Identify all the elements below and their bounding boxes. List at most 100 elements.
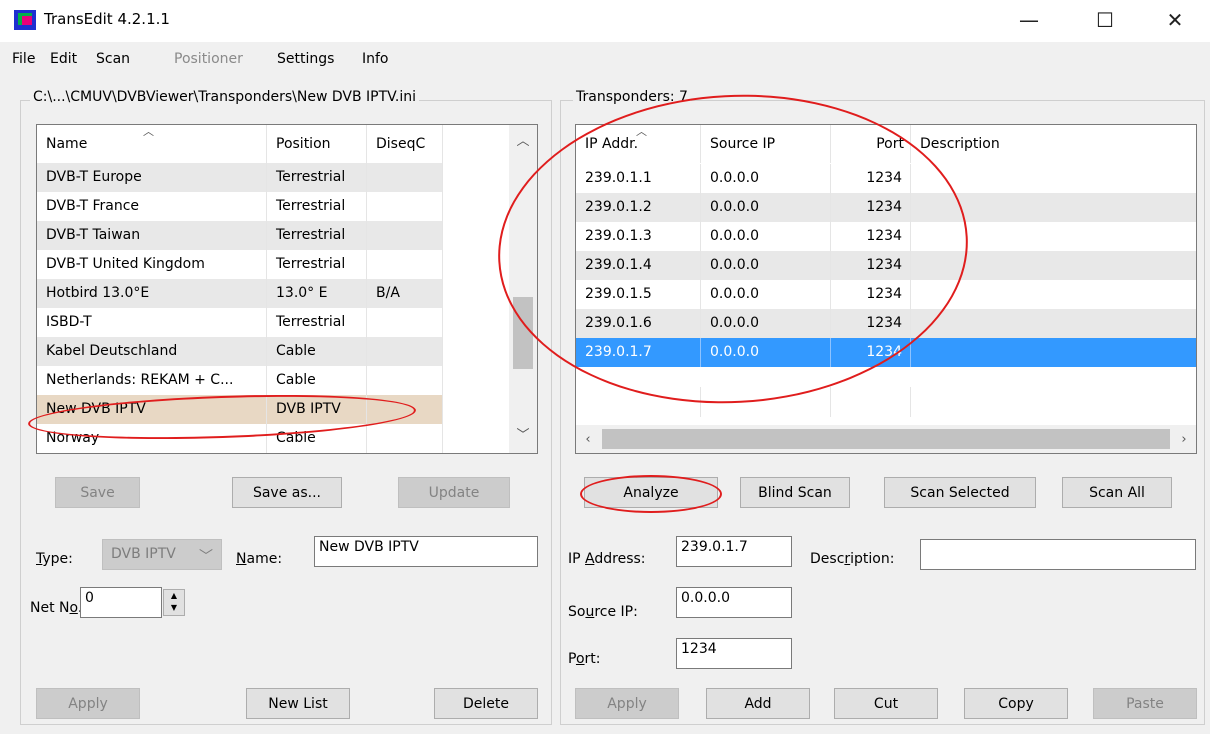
- menu-edit[interactable]: Edit: [50, 51, 77, 67]
- table-row[interactable]: 239.0.1.2 0.0.0.0 1234: [576, 193, 1196, 222]
- list-item[interactable]: DVB-T Europe Terrestrial: [37, 163, 443, 192]
- cell-diseqc: [367, 221, 443, 250]
- scroll-up-icon[interactable]: ︿: [509, 129, 537, 149]
- spin-buttons-icon[interactable]: ▲ ▼: [163, 589, 185, 616]
- column-diseqc[interactable]: DiseqC: [367, 125, 443, 163]
- menu-settings[interactable]: Settings: [277, 51, 334, 67]
- list-item[interactable]: Kabel Deutschland Cable: [37, 337, 443, 366]
- scroll-thumb[interactable]: [602, 429, 1170, 449]
- list-item[interactable]: DVB-T United Kingdom Terrestrial: [37, 250, 443, 279]
- list-item[interactable]: Hotbird 13.0°E 13.0° E B/A: [37, 279, 443, 308]
- cell-position: Cable: [267, 337, 367, 366]
- add-button[interactable]: Add: [706, 688, 810, 719]
- menu-info[interactable]: Info: [362, 51, 389, 67]
- transponders-header: IP Addr. ︿ Source IP Port Description: [576, 125, 1196, 163]
- cell-diseqc: B/A: [367, 279, 443, 308]
- scroll-down-icon[interactable]: ﹀: [509, 423, 537, 443]
- cell-ip: 239.0.1.2: [576, 193, 701, 222]
- description-field[interactable]: [920, 539, 1196, 570]
- cell-position: Cable: [267, 366, 367, 395]
- cell-port: 1234: [831, 222, 911, 251]
- scroll-thumb[interactable]: [513, 297, 533, 369]
- update-button[interactable]: Update: [398, 477, 510, 508]
- source-ip-field[interactable]: 0.0.0.0: [676, 587, 792, 618]
- cell-name: Hotbird 13.0°E: [37, 279, 267, 308]
- cell-desc: [911, 164, 1196, 193]
- list-item[interactable]: ISBD-T Terrestrial: [37, 308, 443, 337]
- cell-diseqc: [367, 250, 443, 279]
- maximize-button[interactable]: ☐: [1082, 6, 1128, 34]
- save-as-button[interactable]: Save as...: [232, 477, 342, 508]
- cell-diseqc: [367, 337, 443, 366]
- column-description[interactable]: Description: [911, 125, 1196, 163]
- table-row[interactable]: 239.0.1.4 0.0.0.0 1234: [576, 251, 1196, 280]
- cell-name: ISBD-T: [37, 308, 267, 337]
- port-label: Port:: [568, 651, 601, 667]
- cell-name: Netherlands: REKAM + C...: [37, 366, 267, 395]
- table-row[interactable]: 239.0.1.7 0.0.0.0 1234: [576, 338, 1196, 367]
- list-item[interactable]: Netherlands: REKAM + C... Cable: [37, 366, 443, 395]
- cell-position: Terrestrial: [267, 250, 367, 279]
- table-row[interactable]: 239.0.1.1 0.0.0.0 1234: [576, 164, 1196, 193]
- cell-source: 0.0.0.0: [701, 251, 831, 280]
- net-no-label: Net No.: [30, 600, 82, 616]
- list-file-path: C:\...\CMUV\DVBViewer\Transponders\New D…: [30, 89, 420, 105]
- list-item[interactable]: New DVB IPTV DVB IPTV: [37, 395, 443, 424]
- app-icon: [14, 10, 36, 30]
- blind-scan-button[interactable]: Blind Scan: [740, 477, 850, 508]
- net-no-field[interactable]: 0: [80, 587, 162, 618]
- type-select[interactable]: DVB IPTV ﹀: [102, 539, 222, 570]
- list-vertical-scrollbar[interactable]: ︿ ﹀: [509, 125, 537, 453]
- save-button[interactable]: Save: [55, 477, 140, 508]
- scan-selected-button[interactable]: Scan Selected: [884, 477, 1036, 508]
- menu-file[interactable]: File: [12, 51, 35, 67]
- table-row[interactable]: 239.0.1.6 0.0.0.0 1234: [576, 309, 1196, 338]
- type-label: Type:: [36, 551, 73, 567]
- close-button[interactable]: ✕: [1152, 6, 1198, 34]
- paste-button[interactable]: Paste: [1093, 688, 1197, 719]
- cut-button[interactable]: Cut: [834, 688, 938, 719]
- name-field[interactable]: New DVB IPTV: [314, 536, 538, 567]
- list-item[interactable]: DVB-T Taiwan Terrestrial: [37, 221, 443, 250]
- menu-positioner[interactable]: Positioner: [174, 51, 243, 67]
- cell-port: 1234: [831, 251, 911, 280]
- apply-transponder-button[interactable]: Apply: [575, 688, 679, 719]
- scroll-right-icon[interactable]: ›: [1174, 429, 1194, 449]
- cell-name: DVB-T Taiwan: [37, 221, 267, 250]
- scroll-left-icon[interactable]: ‹: [578, 429, 598, 449]
- table-row[interactable]: 239.0.1.3 0.0.0.0 1234: [576, 222, 1196, 251]
- cell-port: 1234: [831, 280, 911, 309]
- list-horizontal-scrollbar[interactable]: ‹ ›: [576, 425, 1196, 453]
- cell-name: DVB-T United Kingdom: [37, 250, 267, 279]
- cell-desc: [911, 280, 1196, 309]
- ip-address-field[interactable]: 239.0.1.7: [676, 536, 792, 567]
- cell-position: Cable: [267, 424, 367, 453]
- table-row[interactable]: 239.0.1.5 0.0.0.0 1234: [576, 280, 1196, 309]
- port-field[interactable]: 1234: [676, 638, 792, 669]
- delete-list-button[interactable]: Delete: [434, 688, 538, 719]
- sort-up-icon: ︿: [636, 125, 647, 138]
- cell-diseqc: [367, 366, 443, 395]
- cell-name: DVB-T Europe: [37, 163, 267, 192]
- transponders-count: Transponders: 7: [573, 89, 691, 105]
- list-item[interactable]: Norway Cable: [37, 424, 443, 453]
- cell-ip: 239.0.1.7: [576, 338, 701, 367]
- list-item[interactable]: DVB-T France Terrestrial: [37, 192, 443, 221]
- cell-source: 0.0.0.0: [701, 280, 831, 309]
- scan-all-button[interactable]: Scan All: [1062, 477, 1172, 508]
- minimize-button[interactable]: —: [1006, 6, 1052, 34]
- transponder-list-view[interactable]: Name ︿ Position DiseqC DVB-T Europe Terre…: [36, 124, 538, 454]
- new-list-button[interactable]: New List: [246, 688, 350, 719]
- cell-port: 1234: [831, 193, 911, 222]
- column-position[interactable]: Position: [267, 125, 367, 163]
- column-port[interactable]: Port: [831, 125, 911, 163]
- copy-button[interactable]: Copy: [964, 688, 1068, 719]
- apply-list-button[interactable]: Apply: [36, 688, 140, 719]
- column-source-ip[interactable]: Source IP: [701, 125, 831, 163]
- analyze-button[interactable]: Analyze: [584, 477, 718, 508]
- transponders-list-view[interactable]: IP Addr. ︿ Source IP Port Description 23…: [575, 124, 1197, 454]
- menu-scan[interactable]: Scan: [96, 51, 130, 67]
- cell-source: 0.0.0.0: [701, 193, 831, 222]
- column-divider: [700, 387, 701, 417]
- cell-port: 1234: [831, 164, 911, 193]
